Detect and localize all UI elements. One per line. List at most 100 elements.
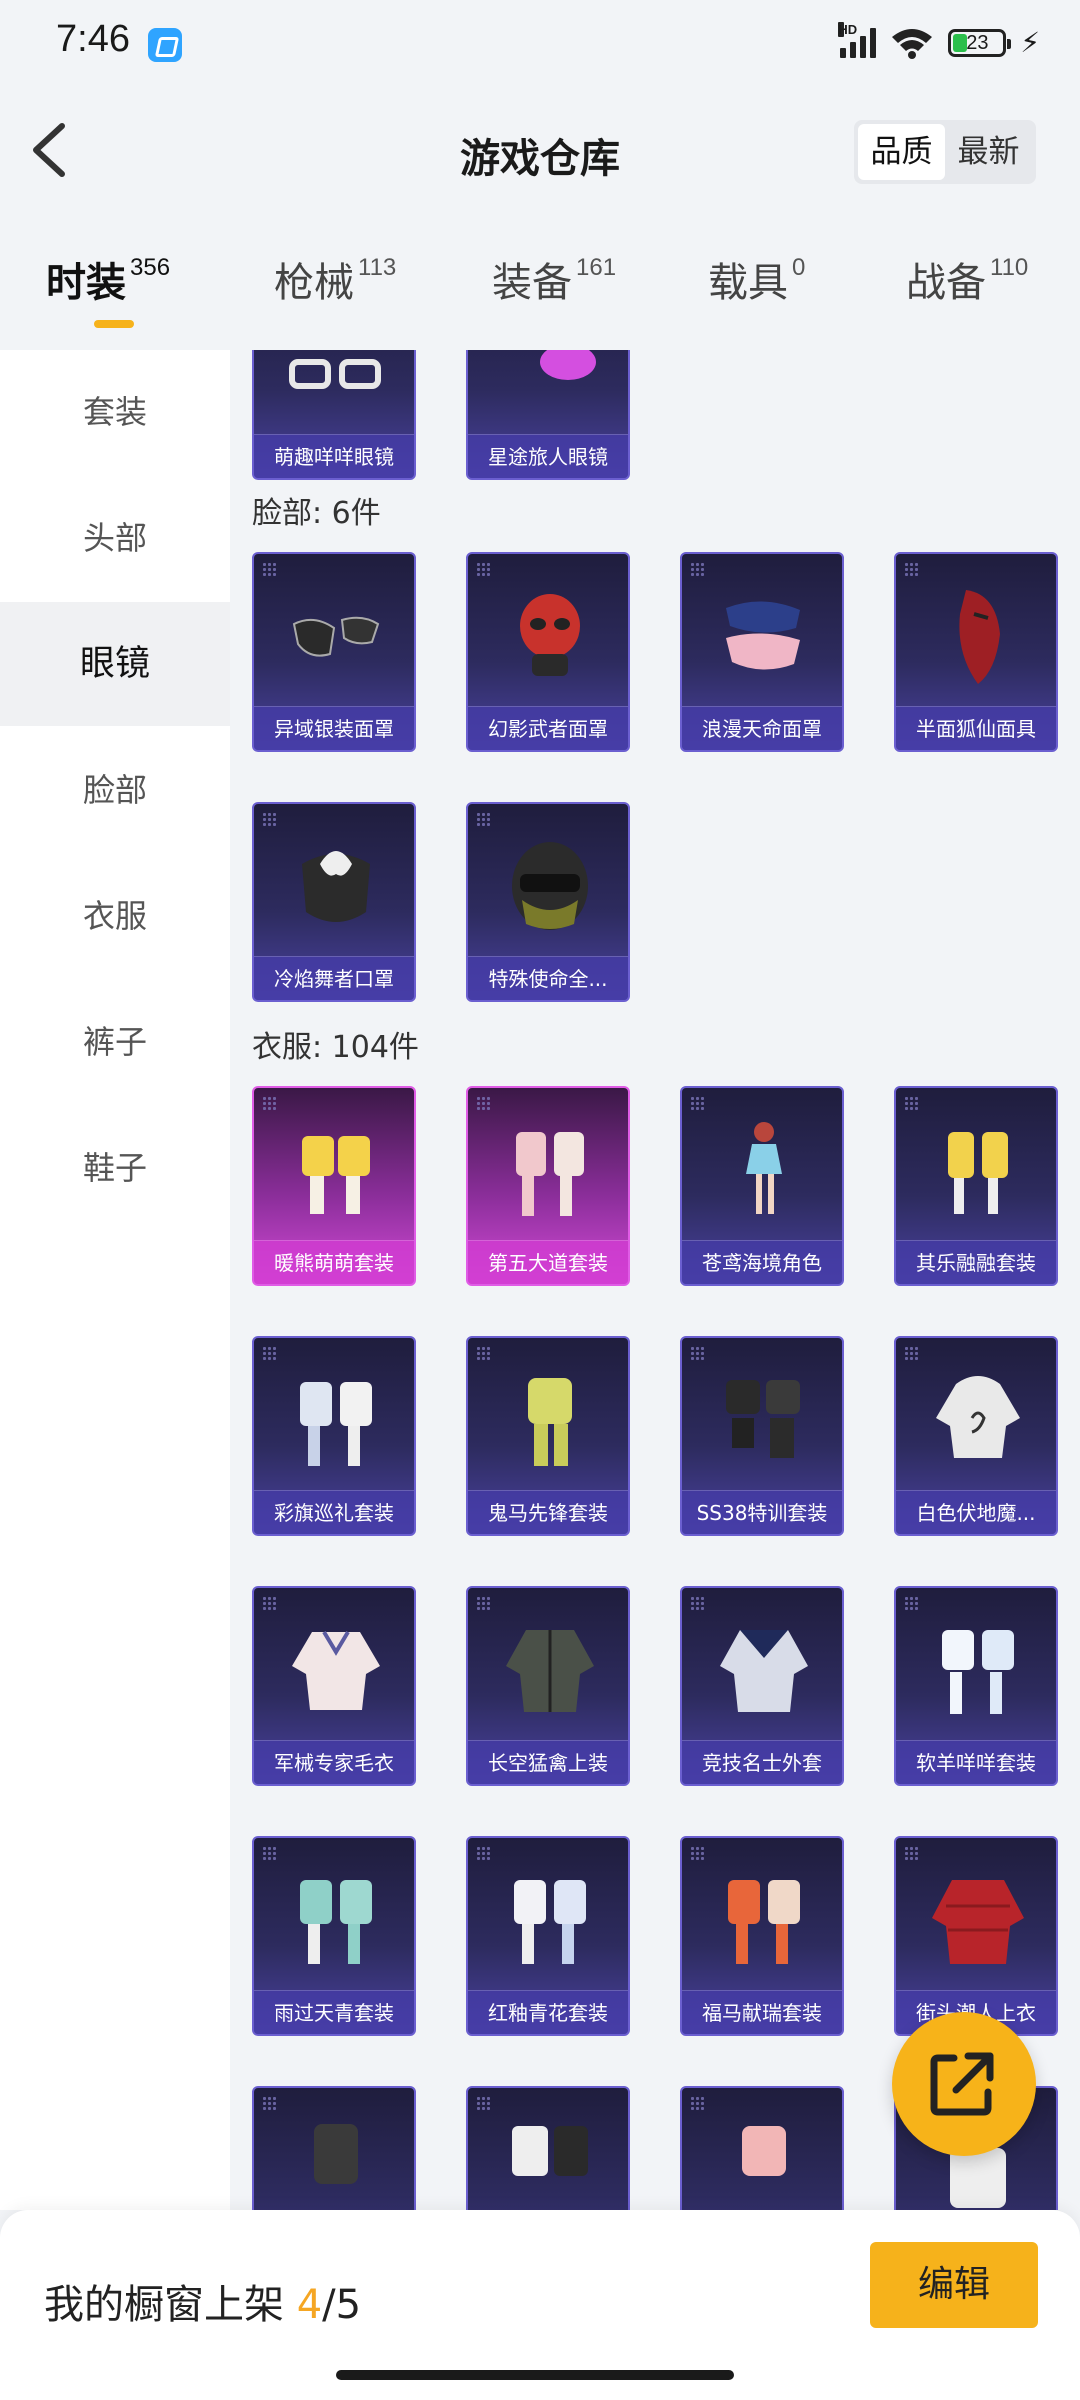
item-card[interactable]: 异域银装面罩 — [252, 552, 416, 752]
showcase-status: 我的橱窗上架 4/5 — [44, 2272, 361, 2330]
sort-by-quality-button[interactable]: 品质 — [858, 124, 945, 180]
sidebar-item-face[interactable]: 脸部 — [0, 728, 230, 852]
tab-equipment[interactable]: 装备 161 — [492, 250, 616, 330]
sidebar-item-glasses[interactable]: 眼镜 — [0, 602, 230, 726]
item-name: 长空猛禽上装 — [468, 1740, 628, 1784]
battery-level: 23 — [966, 31, 989, 54]
glasses-icon — [540, 350, 596, 380]
hoodie-icon — [936, 1376, 1020, 1458]
sidebar: 套装 头部 眼镜 脸部 衣服 裤子 鞋子 — [0, 350, 230, 2210]
item-card[interactable]: 雨过天青套装 — [252, 1836, 416, 2036]
showcase-current-count: 4 — [296, 2282, 323, 2328]
item-name: 萌趣咩咩眼镜 — [254, 434, 414, 478]
tab-label: 战备 — [906, 260, 986, 306]
item-card[interactable]: 幻影武者面罩 — [466, 552, 630, 752]
sort-toggle[interactable]: 品质 最新 — [854, 120, 1036, 184]
item-card[interactable]: 苍鸢海境角色 — [680, 1086, 844, 1286]
sidebar-item-shoes[interactable]: 鞋子 — [0, 1106, 230, 1230]
section-title-face: 脸部: 6件 — [252, 496, 381, 531]
sidebar-item-head[interactable]: 头部 — [0, 476, 230, 600]
outfit-icon — [726, 1380, 800, 1458]
item-name: 浪漫天命面罩 — [682, 706, 842, 750]
sidebar-item-set[interactable]: 套装 — [0, 350, 230, 474]
tab-guns[interactable]: 枪械 113 — [274, 250, 396, 330]
tab-label: 时装 — [46, 260, 126, 306]
active-tab-indicator — [94, 320, 134, 328]
item-card[interactable]: 星途旅人眼镜 — [466, 350, 630, 480]
item-card[interactable]: 长空猛禽上装 — [466, 1586, 630, 1786]
puffer-jacket-icon — [932, 1880, 1024, 1964]
glasses-icon — [289, 359, 381, 389]
item-name: 鬼马先锋套装 — [468, 1490, 628, 1534]
item-card[interactable] — [680, 2086, 844, 2210]
item-name: 军械专家毛衣 — [254, 1740, 414, 1784]
item-card[interactable]: 其乐融融套装 — [894, 1086, 1058, 1286]
tab-count: 110 — [990, 254, 1029, 281]
item-card[interactable]: 鬼马先锋套装 — [466, 1336, 630, 1536]
item-card[interactable]: 彩旗巡礼套装 — [252, 1336, 416, 1536]
item-card[interactable]: 半面狐仙面具 — [894, 552, 1058, 752]
item-card[interactable]: 暖熊萌萌套装 — [252, 1086, 416, 1286]
item-card[interactable] — [466, 2086, 630, 2210]
item-card[interactable]: 浪漫天命面罩 — [680, 552, 844, 752]
item-name: 半面狐仙面具 — [896, 706, 1056, 750]
item-card[interactable]: 冷焰舞者口罩 — [252, 802, 416, 1002]
cellular-signal-icon: HD — [838, 21, 877, 58]
item-name: 特殊使命全... — [468, 956, 628, 1000]
tab-label: 载具 — [708, 260, 788, 306]
home-indicator[interactable] — [336, 2370, 734, 2380]
sidebar-item-clothes[interactable]: 衣服 — [0, 854, 230, 978]
item-name: 雨过天青套装 — [254, 1990, 414, 2034]
item-card[interactable]: 萌趣咩咩眼镜 — [252, 350, 416, 480]
edit-button[interactable]: 编辑 — [870, 2242, 1038, 2328]
item-name: 软羊咩咩套装 — [896, 1740, 1056, 1784]
item-card[interactable]: 软羊咩咩套装 — [894, 1586, 1058, 1786]
wifi-icon — [892, 28, 933, 59]
item-card[interactable] — [252, 2086, 416, 2210]
app-notification-icon — [148, 28, 182, 62]
item-card[interactable]: 竞技名士外套 — [680, 1586, 844, 1786]
status-bar: 7:46 HD 23 ⚡ — [0, 0, 1080, 90]
helmet-icon — [512, 842, 588, 930]
item-name: 星途旅人眼镜 — [468, 434, 628, 478]
tab-supplies[interactable]: 战备 110 — [906, 250, 1028, 330]
sweater-icon — [292, 1630, 380, 1710]
item-name: 苍鸢海境角色 — [682, 1240, 842, 1284]
outfit-icon — [300, 1880, 372, 1964]
tab-count: 0 — [792, 254, 806, 281]
item-name: 红釉青花套装 — [468, 1990, 628, 2034]
item-card[interactable]: 第五大道套装 — [466, 1086, 630, 1286]
outfit-icon — [516, 1132, 584, 1216]
mask-icon — [959, 590, 1000, 684]
item-card[interactable]: 军械专家毛衣 — [252, 1586, 416, 1786]
item-card[interactable]: 红釉青花套装 — [466, 1836, 630, 2036]
tab-vehicles[interactable]: 载具 0 — [708, 250, 805, 330]
item-card[interactable]: 福马献瑞套装 — [680, 1836, 844, 2036]
tab-count: 356 — [130, 254, 171, 281]
header: 游戏仓库 品质 最新 — [0, 90, 1080, 210]
sidebar-item-pants[interactable]: 裤子 — [0, 980, 230, 1104]
category-tabs: 时装 356 枪械 113 装备 161 载具 0 战备 110 — [0, 250, 1080, 330]
outfit-icon — [314, 2124, 358, 2184]
status-time: 7:46 — [56, 18, 130, 60]
item-name: 福马献瑞套装 — [682, 1990, 842, 2034]
item-card[interactable]: 特殊使命全... — [466, 802, 630, 1002]
jacket-icon — [720, 1630, 808, 1712]
tab-label: 枪械 — [274, 260, 354, 306]
share-button[interactable] — [892, 2012, 1036, 2156]
tab-count: 161 — [576, 254, 617, 281]
sort-by-newest-button[interactable]: 最新 — [945, 124, 1032, 180]
item-card[interactable]: SS38特训套装 — [680, 1336, 844, 1536]
tab-fashion[interactable]: 时装 356 — [46, 250, 170, 330]
outfit-icon — [942, 1630, 1014, 1714]
item-card[interactable]: 街头潮人上衣 — [894, 1836, 1058, 2036]
outfit-icon — [302, 1136, 370, 1214]
item-name: 彩旗巡礼套装 — [254, 1490, 414, 1534]
outfit-icon — [512, 2126, 588, 2176]
showcase-label: 我的橱窗上架 — [44, 2282, 284, 2328]
item-card[interactable]: 白色伏地魔... — [894, 1336, 1058, 1536]
outfit-icon — [514, 1880, 586, 1964]
section-title-clothes: 衣服: 104件 — [252, 1030, 419, 1065]
share-icon — [930, 2052, 994, 2116]
item-name: 其乐融融套装 — [896, 1240, 1056, 1284]
